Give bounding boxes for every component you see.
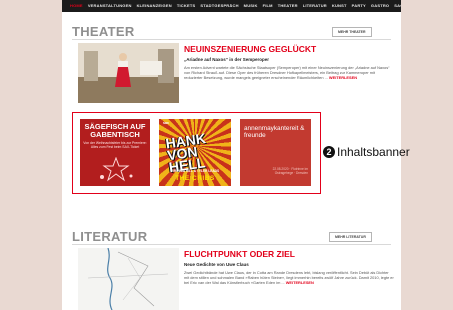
annotation-callout: 2 Inhaltsbanner xyxy=(323,145,410,159)
callout-number-badge: 2 xyxy=(323,146,335,158)
banner-saegefisch[interactable]: SÄGEFISCH AUF GABENTISCH Von der Weihnac… xyxy=(80,119,150,186)
section-title-literatur: LITERATUR xyxy=(72,229,148,244)
nav-item-musik[interactable]: MUSIK xyxy=(244,3,258,9)
nav-item-literatur[interactable]: LITERATUR xyxy=(303,3,327,9)
banner-hank-band: THE CRIBS xyxy=(175,175,215,182)
nav-item-film[interactable]: FILM xyxy=(263,3,273,9)
theater-article-subline: „Ariadne auf Naxos“ in der Semperoper xyxy=(184,57,270,62)
banner-saegefisch-title: SÄGEFISCH AUF GABENTISCH xyxy=(84,122,146,139)
more-literatur-button[interactable]: MEHR LITERATUR xyxy=(329,232,372,242)
nav-item-kunst[interactable]: KUNST xyxy=(332,3,347,9)
section-title-theater: THEATER xyxy=(72,24,135,39)
nav-item-stadtgespräch[interactable]: STADTGESPRÄCH xyxy=(200,3,238,9)
literatur-article-image[interactable] xyxy=(78,248,179,310)
nav-item-tickets[interactable]: TICKETS xyxy=(177,3,196,9)
opera-stage-photo xyxy=(78,43,179,103)
banner-saegefisch-subtitle: Von der Weihnachtsfeier bis zur Premiere… xyxy=(83,141,147,150)
theater-article-headline[interactable]: NEUINSZENIERUNG GEGLÜCKT xyxy=(184,44,316,54)
map-sketch-image xyxy=(78,248,179,310)
banner-amk-details: 22.08.2020 · Flutrinne im Ostragehege · … xyxy=(272,167,308,175)
theater-article-teaser: Am ersten Advent wartete die Sächsische … xyxy=(184,65,394,81)
literatur-article-teaser: Zwei Gedichtbände hat Uwe Claus, der in … xyxy=(184,270,394,286)
nav-item-gastro[interactable]: GASTRO xyxy=(371,3,389,9)
theater-article-image[interactable] xyxy=(78,43,179,103)
callout-label: Inhaltsbanner xyxy=(337,145,410,159)
nav-item-party[interactable]: PARTY xyxy=(352,3,366,9)
theater-article-body: Am ersten Advent wartete die Sächsische … xyxy=(184,65,390,81)
banner-amk-title: annenmaykantereit & freunde xyxy=(244,125,305,139)
nav-item-theater[interactable]: THEATER xyxy=(278,3,298,9)
literatur-article-subline: Neue Gedichte von Uwe Claus xyxy=(184,262,249,267)
christmas-star-icon xyxy=(100,157,133,182)
theater-read-more-link[interactable]: WEITERLESEN xyxy=(329,75,357,80)
nav-item-kleinanzeigen[interactable]: KLEINANZEIGEN xyxy=(137,3,172,9)
more-theater-button[interactable]: MEHR THEATER xyxy=(332,27,372,37)
top-navigation-bar: HOME VERANSTALTUNGEN KLEINANZEIGEN TICKETS S… xyxy=(62,0,401,12)
literatur-article-headline[interactable]: FLUCHTPUNKT ODER ZIEL xyxy=(184,249,295,259)
banner-hank-von-hell[interactable]: sax HANK VON HELL VIRGINIA HILL & TYLER … xyxy=(159,119,231,186)
nav-item-veranstaltungen[interactable]: VERANSTALTUNGEN xyxy=(88,3,132,9)
content-banner-highlight: SÄGEFISCH AUF GABENTISCH Von der Weihnac… xyxy=(72,112,321,194)
banner-annenmaykantereit[interactable]: annenmaykantereit & freunde 22.08.2020 ·… xyxy=(240,119,311,186)
section-divider xyxy=(72,244,391,245)
nav-item-home[interactable]: HOME xyxy=(70,3,83,9)
literatur-read-more-link[interactable]: WEITERLESEN xyxy=(286,280,314,285)
nav-items: HOME VERANSTALTUNGEN KLEINANZEIGEN TICKETS S… xyxy=(70,3,401,9)
banner-hank-lineup: VIRGINIA HILL & TYLER LEADS xyxy=(170,169,220,173)
nav-item-sagabo[interactable]: SAGABO xyxy=(394,3,401,9)
section-divider xyxy=(72,39,391,40)
banner-logo: sax xyxy=(163,121,169,125)
